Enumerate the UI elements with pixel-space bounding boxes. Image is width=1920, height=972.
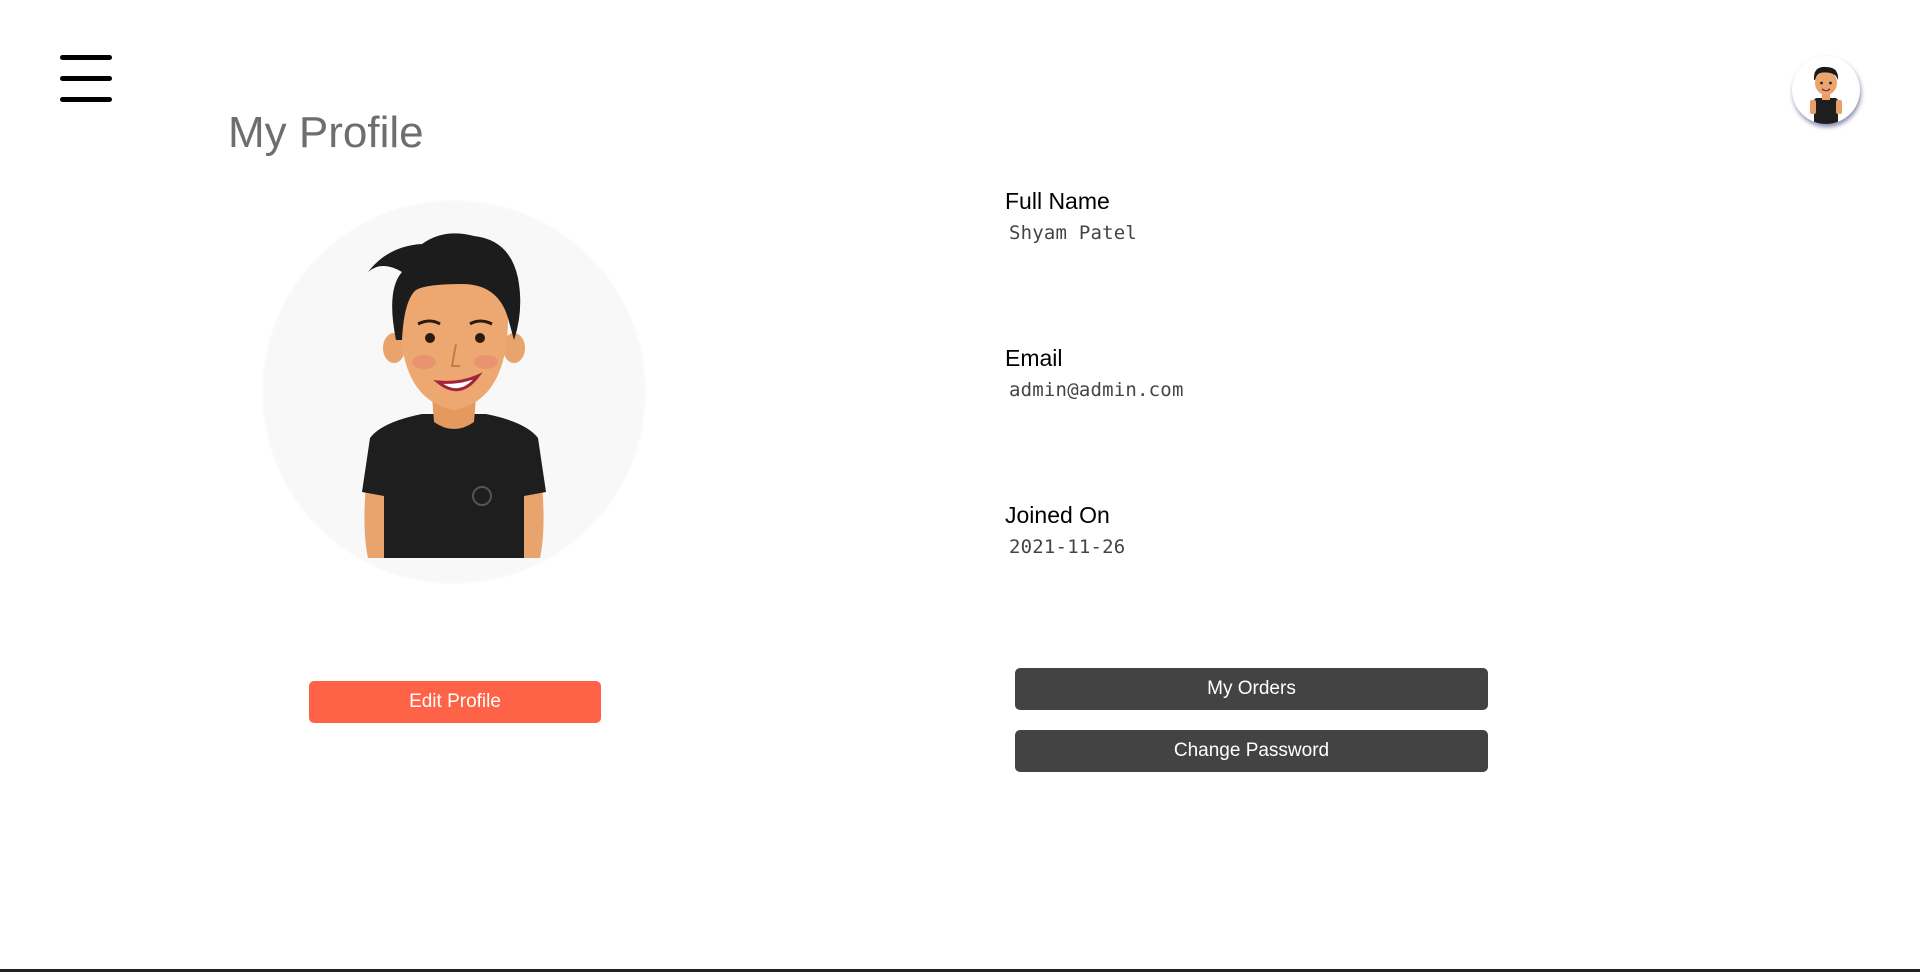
joined-on-label: Joined On: [1005, 502, 1110, 528]
menu-bar-bottom: [60, 97, 112, 102]
email-label: Email: [1005, 345, 1063, 371]
my-orders-button[interactable]: My Orders: [1015, 668, 1488, 710]
email-value: admin@admin.com: [1009, 379, 1184, 401]
email-field: Email admin@admin.com: [1005, 345, 1184, 401]
profile-avatar-icon: [264, 202, 644, 582]
change-password-button[interactable]: Change Password: [1015, 730, 1488, 772]
menu-bar-middle: [60, 76, 112, 81]
joined-on-field: Joined On 2021-11-26: [1005, 502, 1125, 558]
full-name-value: Shyam Patel: [1009, 222, 1138, 244]
user-avatar-icon: [1810, 66, 1842, 124]
edit-profile-button[interactable]: Edit Profile: [309, 681, 601, 723]
hamburger-menu-icon[interactable]: [58, 52, 114, 106]
user-avatar-button[interactable]: [1792, 56, 1860, 124]
profile-picture: [262, 200, 646, 584]
page-title: My Profile: [228, 108, 424, 157]
joined-on-value: 2021-11-26: [1009, 536, 1126, 558]
full-name-label: Full Name: [1005, 188, 1110, 214]
full-name-field: Full Name Shyam Patel: [1005, 188, 1137, 244]
profile-page: My Profile Edit Profile Full Name Shyam …: [0, 0, 1920, 972]
menu-bar-top: [60, 55, 112, 60]
